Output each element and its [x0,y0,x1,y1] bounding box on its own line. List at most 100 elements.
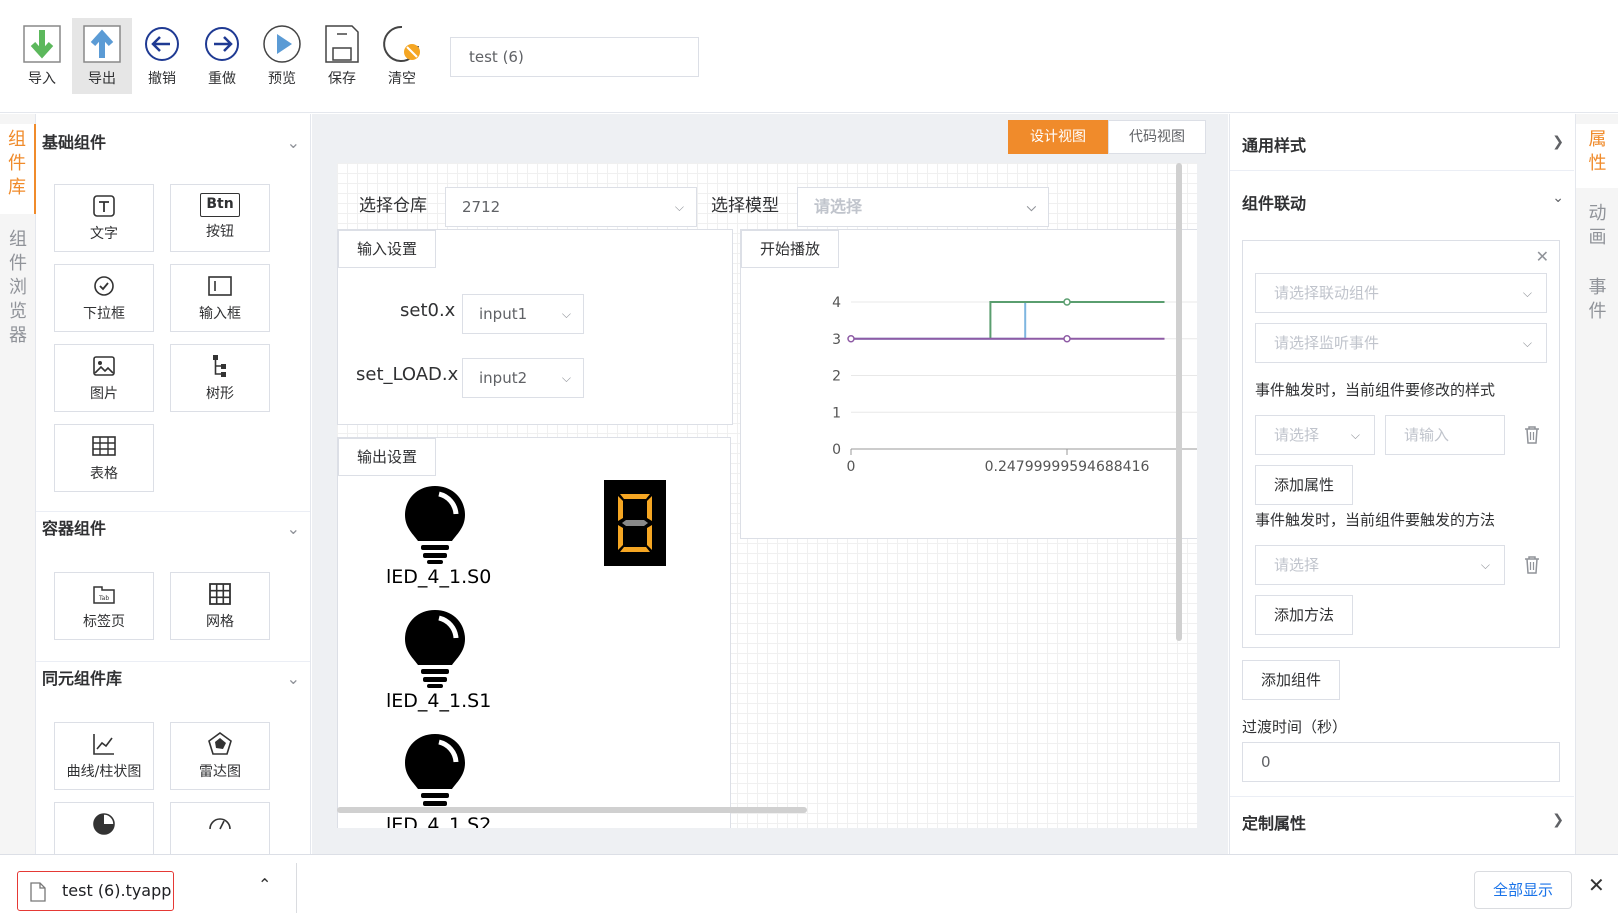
check-circle-icon [94,276,114,296]
trash-icon[interactable] [1523,555,1541,575]
tree-icon [213,355,226,377]
tab-component-browser-label: 组件浏览器 [9,229,27,346]
model-label: 选择模型 [711,196,779,216]
chevron-down-icon: ⌵ [1026,200,1036,214]
tab-code-view[interactable]: 代码视图 [1108,120,1206,154]
tab-events[interactable]: 事件 [1576,272,1618,336]
line-chart-icon [93,734,114,755]
project-name-input[interactable]: test (6) [450,37,699,77]
input-row-select[interactable]: input1 ⌵ [462,294,584,334]
transition-input[interactable]: 0 [1242,742,1560,782]
lightbulb-icon [405,734,465,812]
chevron-down-icon: ⌄ [286,133,300,152]
chevron-down-icon: ⌵ [561,371,571,385]
basic-components-header[interactable]: 基础组件 ⌄ [42,128,304,158]
comp-gauge[interactable] [170,802,270,854]
import-button[interactable]: 导入 [12,18,72,94]
redo-button[interactable]: 重做 [192,18,252,94]
output-settings-tab[interactable]: 输出设置 [338,438,437,476]
clear-icon [383,25,420,62]
tab-animation[interactable]: 动画 [1576,198,1618,262]
lightbulb-icon [405,486,465,564]
clear-button[interactable]: 清空 [372,18,432,94]
tab-attributes[interactable]: 属性 [1576,124,1618,188]
left-tabs: 组件库 组件浏览器 [0,114,36,854]
style-value-input[interactable]: 请输入 [1385,415,1505,455]
undo-button[interactable]: 撤销 [132,18,192,94]
chevron-down-icon: ⌵ [1522,336,1532,350]
warehouse-label: 选择仓库 [359,196,427,216]
tab-design-view[interactable]: 设计视图 [1008,120,1108,154]
style-attr-select[interactable]: 请选择 ⌵ [1255,415,1375,455]
close-icon[interactable]: ✕ [1588,873,1605,897]
method-select[interactable]: 请选择 ⌵ [1255,545,1505,585]
model-select[interactable]: 请选择 ⌵ [797,187,1049,227]
vertical-scrollbar[interactable] [1176,163,1182,641]
container-components-header[interactable]: 容器组件 ⌄ [42,514,304,544]
input-settings-tab[interactable]: 输入设置 [338,230,437,268]
add-component-button[interactable]: 添加组件 [1242,660,1341,700]
chevron-down-icon: ⌵ [1350,428,1360,442]
comp-table[interactable]: 表格 [54,424,154,492]
chevron-up-icon[interactable]: ⌃ [258,875,271,894]
comp-radar-chart[interactable]: 雷达图 [170,722,270,790]
comp-input[interactable]: 输入框 [170,264,270,332]
show-all-button[interactable]: 全部显示 [1474,871,1572,909]
placeholder: 请选择 [1274,426,1320,444]
export-button[interactable]: 导出 [72,18,132,94]
warehouse-select[interactable]: 2712 ⌵ [445,187,697,227]
linkage-event-select[interactable]: 请选择监听事件 ⌵ [1255,323,1547,363]
design-canvas[interactable]: 选择仓库 2712 ⌵ 选择模型 请选择 ⌵ 输入设置 set0.x input… [337,163,1197,828]
import-icon [23,25,61,63]
input-box-icon [208,276,232,296]
table-icon [92,436,116,456]
tab-component-library[interactable]: 组件库 [0,124,36,214]
lightbulb-icon [405,610,465,688]
horizontal-scrollbar[interactable] [337,807,807,813]
image-icon [93,356,115,376]
close-icon[interactable]: ✕ [1536,247,1549,266]
comp-text[interactable]: 文字 [54,184,154,252]
download-filename: test (6).tyapp [62,881,172,900]
x-tick-label: 0.24799999594688416 [985,459,1150,475]
comp-button[interactable]: Btn 按钮 [170,184,270,252]
add-attribute-button[interactable]: 添加属性 [1255,465,1354,505]
comp-dropdown[interactable]: 下拉框 [54,264,154,332]
tongyuan-components-header[interactable]: 同元组件库 ⌄ [42,664,304,694]
bulb-label: lED_4_1.S0 [386,566,492,588]
comp-image[interactable]: 图片 [54,344,154,412]
add-method-button[interactable]: 添加方法 [1255,595,1354,635]
line-chart: 0 1 2 3 4 0 0.24799999594688416 [832,295,1197,475]
linkage-component-select[interactable]: 请选择联动组件 ⌵ [1255,273,1547,313]
input-row-select[interactable]: input2 ⌵ [462,358,584,398]
tab-animation-label: 动画 [1588,203,1607,248]
transition-label: 过渡时间（秒） [1242,718,1348,736]
save-button[interactable]: 保存 [312,18,372,94]
chart-panel: 开始播放 0 1 2 3 4 0 0.24799999594688416 [740,229,1197,539]
input-settings-panel: 输入设置 set0.x input1 ⌵ set_LOAD.x input2 ⌵ [337,229,733,425]
trash-icon[interactable] [1523,425,1541,445]
comp-line-bar-chart[interactable]: 曲线/柱状图 [54,722,154,790]
placeholder: 请选择联动组件 [1274,284,1380,302]
text-icon [93,195,115,217]
download-item[interactable]: test (6).tyapp [17,871,174,911]
comp-grid[interactable]: 网格 [170,572,270,640]
chevron-down-icon[interactable]: ⌄ [1552,190,1564,206]
comp-tree[interactable]: 树形 [170,344,270,412]
comp-tabs[interactable]: Tab 标签页 [54,572,154,640]
tab-component-browser[interactable]: 组件浏览器 [0,224,36,354]
undo-icon [145,27,179,61]
custom-attr-header[interactable]: 定制属性 [1242,810,1306,834]
output-settings-panel: 输出设置 lED_4_1.S0 lED_4_1.S1 lED_4_1.S2 [337,437,731,828]
comp-pie-chart[interactable] [54,802,154,854]
general-style-header[interactable]: 通用样式 [1242,132,1306,156]
preview-button[interactable]: 预览 [252,18,312,94]
chevron-right-icon[interactable]: ❯ [1552,134,1564,150]
chevron-down-icon: ⌵ [561,307,571,321]
linkage-header[interactable]: 组件联动 [1242,190,1306,214]
x-tick-label: 0 [847,459,856,475]
input-row-label: set0.x [400,300,456,321]
data-point [1063,298,1071,306]
chevron-right-icon[interactable]: ❯ [1552,812,1564,828]
basic-components-title: 基础组件 [42,133,107,152]
